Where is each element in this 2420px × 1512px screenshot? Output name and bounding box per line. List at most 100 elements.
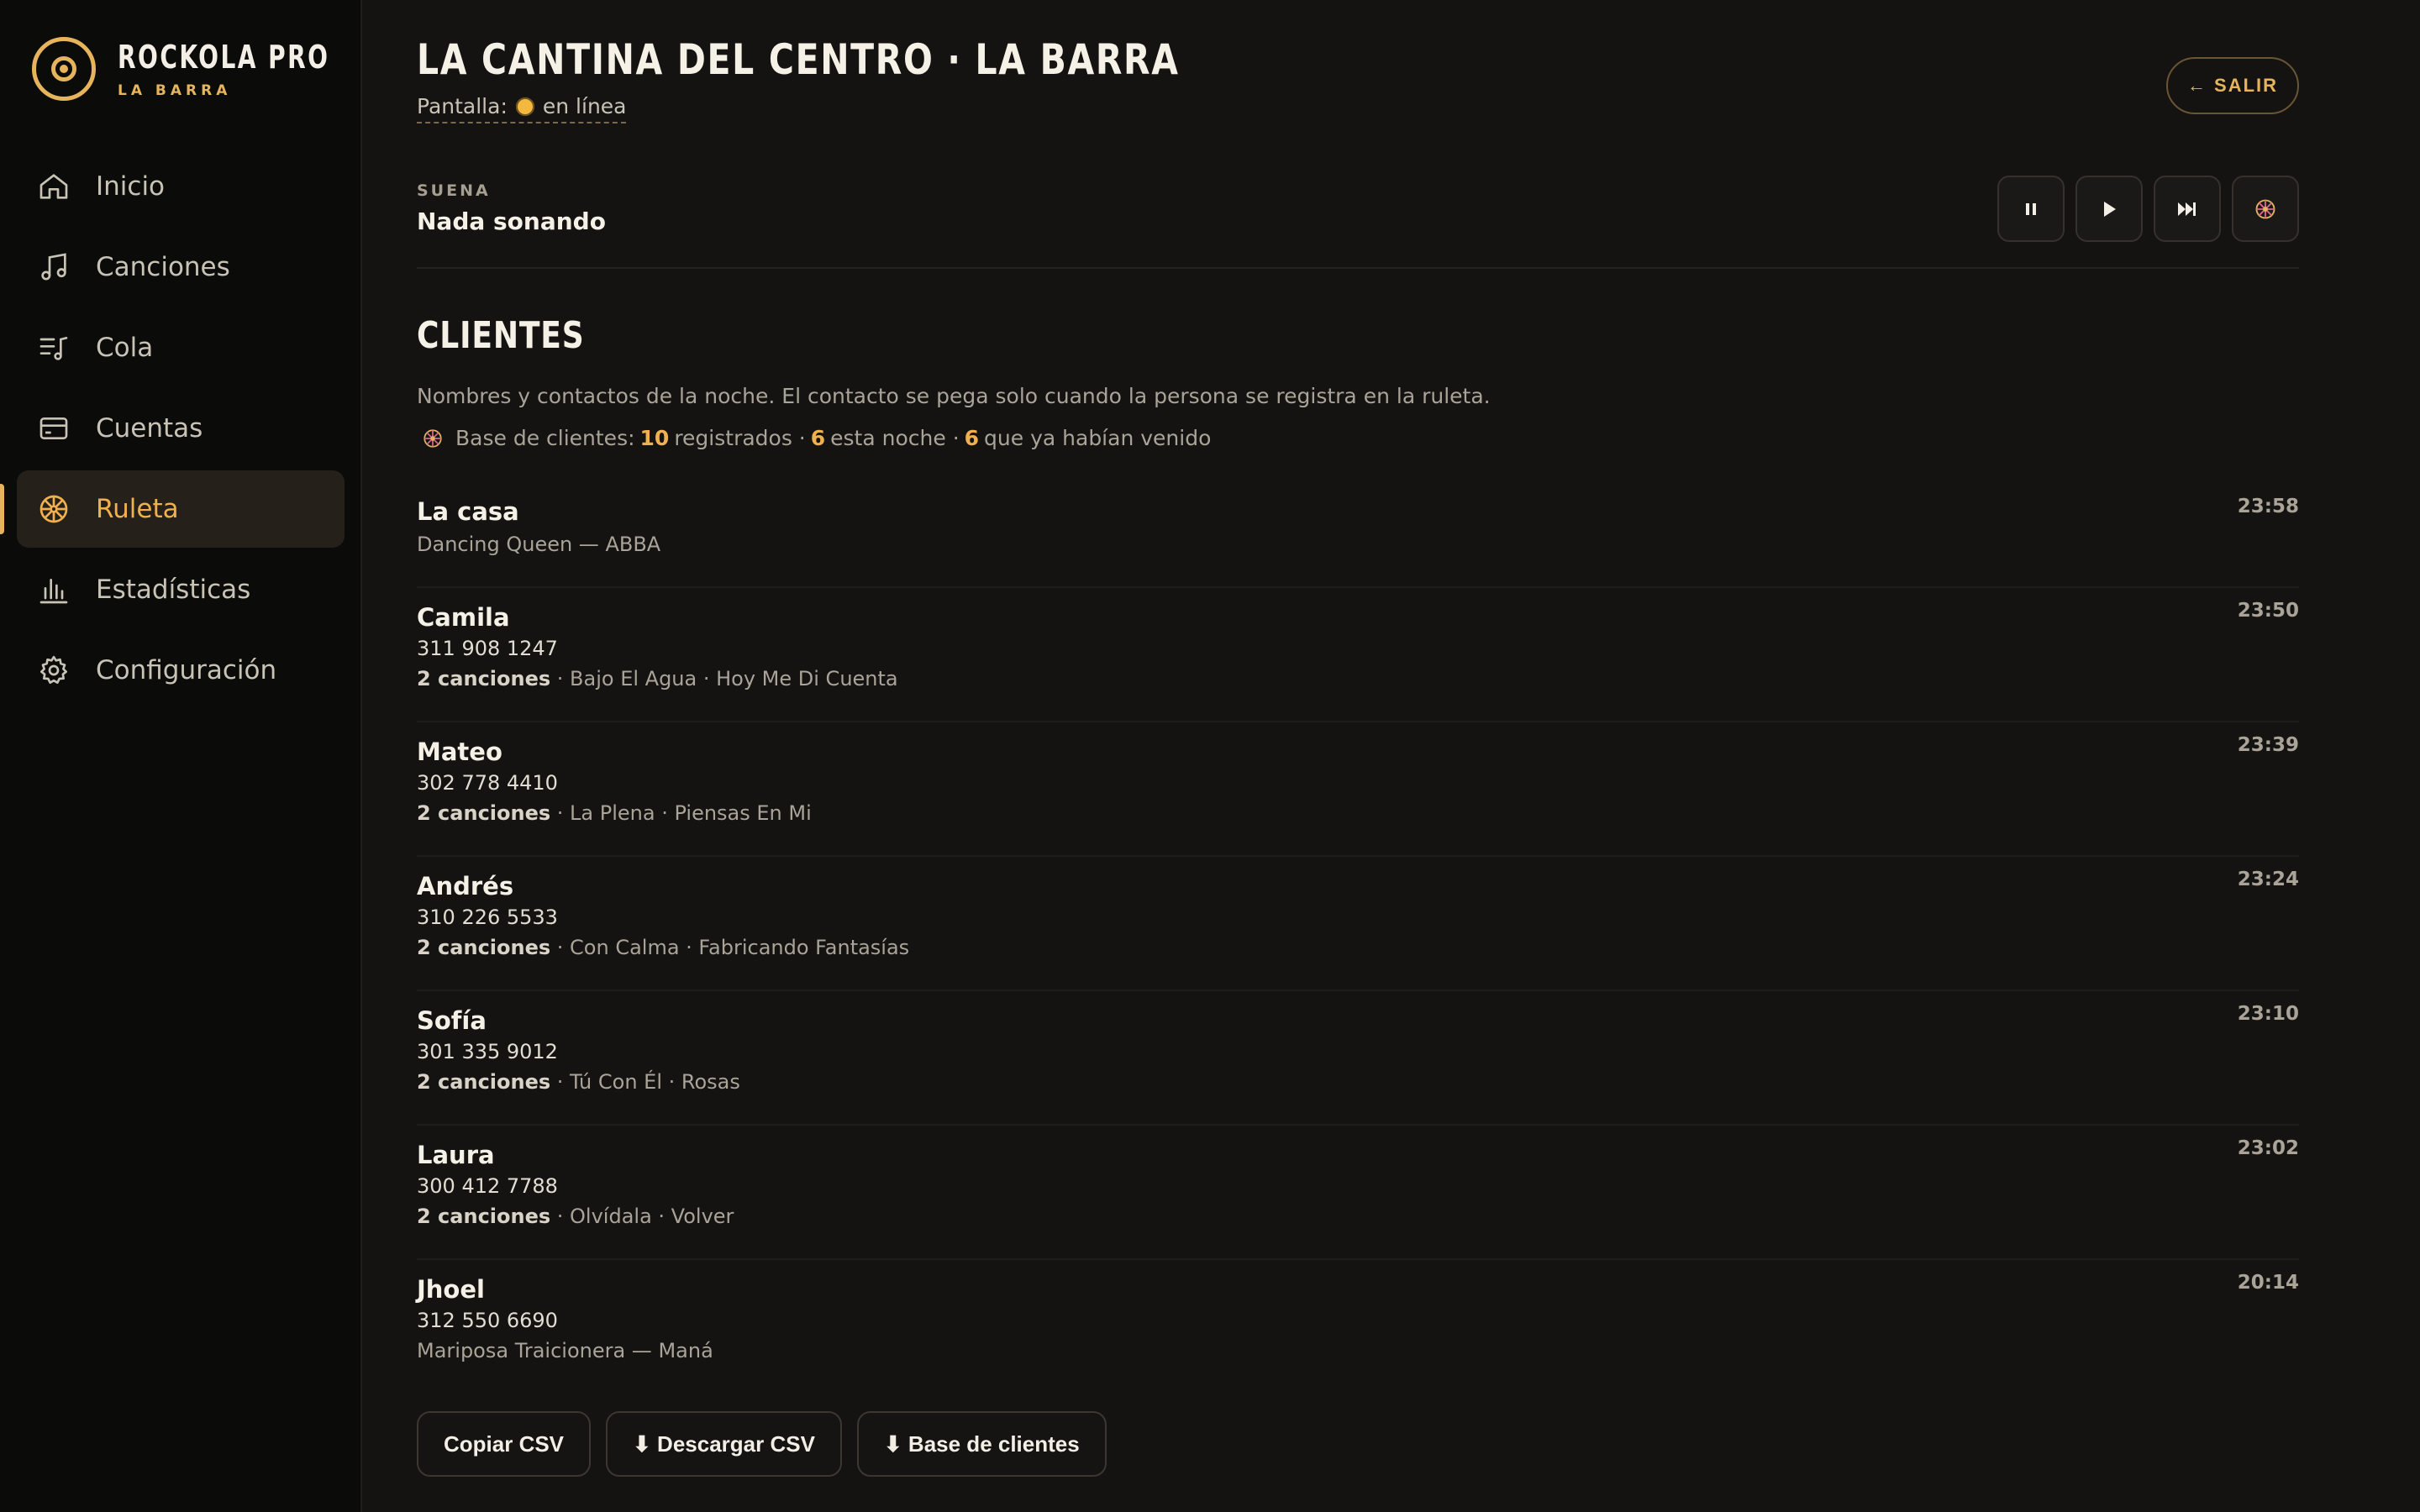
- sidebar-item-label: Inicio: [96, 171, 166, 202]
- client-songs: 2 canciones · Olvídala · Volver: [417, 1205, 2299, 1228]
- queue-icon: [39, 337, 68, 360]
- screen-status-label: Pantalla:: [417, 94, 508, 118]
- client-name: Sofía: [417, 1006, 487, 1035]
- brand: ROCKOLA PRO LA BARRA: [32, 37, 376, 101]
- client-song-count: 2 canciones: [417, 1205, 551, 1228]
- client-name: Mateo: [417, 738, 502, 766]
- divider: [417, 267, 2299, 269]
- client-name: La casa: [417, 497, 519, 526]
- client-songs: Mariposa Traicionera — Maná: [417, 1339, 2299, 1362]
- client-song-list: · Bajo El Agua · Hoy Me Di Cuenta: [550, 667, 898, 690]
- returning-label: que ya habían venido: [984, 426, 1212, 450]
- client-row[interactable]: Mateo 302 778 4410 2 canciones · La Plena …: [417, 722, 2299, 857]
- sidebar-item-cola[interactable]: Cola: [17, 309, 345, 386]
- client-time: 23:58: [2237, 496, 2299, 517]
- exit-button[interactable]: ← SALIR: [2166, 57, 2299, 114]
- sidebar-item-ruleta[interactable]: Ruleta: [0, 470, 345, 548]
- gear-icon: [40, 655, 67, 684]
- client-row[interactable]: Sofía 301 335 9012 2 canciones · Tú Con Él…: [417, 991, 2299, 1126]
- client-phone: 310 226 5533: [417, 906, 558, 929]
- client-song-count: 2 canciones: [417, 801, 551, 825]
- client-row[interactable]: Jhoel 312 550 6690 Mariposa Traicionera — …: [417, 1260, 2299, 1394]
- client-song-count: 2 canciones: [417, 1070, 551, 1094]
- card-icon: [39, 417, 68, 439]
- copy-csv-button[interactable]: Copiar CSV: [417, 1411, 592, 1477]
- brand-subtitle: LA BARRA: [118, 82, 232, 99]
- client-phone: 311 908 1247: [417, 637, 558, 660]
- client-row[interactable]: Camila 311 908 1247 2 canciones · Bajo El …: [417, 588, 2299, 722]
- sidebar-item-configuracion[interactable]: Configuración: [17, 632, 345, 709]
- client-time: 23:02: [2237, 1137, 2299, 1159]
- client-songs: 2 canciones · Con Calma · Fabricando Fan…: [417, 936, 2299, 959]
- client-song-list: · Olvídala · Volver: [550, 1205, 734, 1228]
- vinyl-logo-icon: [32, 37, 96, 101]
- brand-title: ROCKOLA PRO: [118, 39, 330, 76]
- sidebar-item-canciones[interactable]: Canciones: [17, 228, 345, 306]
- skip-icon: [2178, 202, 2196, 216]
- pause-icon: [2026, 202, 2036, 215]
- client-time: 23:50: [2237, 600, 2299, 622]
- client-row[interactable]: Andrés 310 226 5533 2 canciones · Con Calm…: [417, 857, 2299, 991]
- music-note-icon: [41, 253, 66, 281]
- sidebar-item-cuentas[interactable]: Cuentas: [17, 390, 345, 467]
- client-song-list: Dancing Queen — ABBA: [417, 533, 661, 556]
- client-song-list: · Tú Con Él · Rosas: [550, 1070, 740, 1094]
- client-base-summary: Base de clientes: 10 registrados · 6 est…: [422, 426, 1211, 450]
- client-time: 20:14: [2237, 1272, 2299, 1294]
- client-base-button[interactable]: ⬇ Base de clientes: [856, 1411, 1107, 1477]
- client-songs: Dancing Queen — ABBA: [417, 533, 2299, 556]
- screen-status-value: en línea: [542, 94, 627, 118]
- client-songs: 2 canciones · Tú Con Él · Rosas: [417, 1070, 2299, 1094]
- sidebar-item-label: Ruleta: [96, 494, 179, 524]
- player-controls: [1997, 176, 2299, 242]
- registered-label: registrados ·: [674, 426, 806, 450]
- pause-button[interactable]: [1997, 176, 2065, 242]
- client-songs: 2 canciones · La Plena · Piensas En Mi: [417, 801, 2299, 825]
- client-name: Camila: [417, 603, 510, 632]
- page-title: LA CANTINA DEL CENTRO · LA BARRA: [417, 35, 1180, 84]
- sidebar-item-label: Cola: [96, 333, 154, 363]
- client-phone: 312 550 6690: [417, 1309, 558, 1332]
- client-time: 23:10: [2237, 1003, 2299, 1025]
- client-phone: 301 335 9012: [417, 1040, 558, 1063]
- play-button[interactable]: [2075, 176, 2143, 242]
- section-title: CLIENTES: [417, 314, 585, 357]
- section-description: Nombres y contactos de la noche. El cont…: [417, 384, 1491, 408]
- client-row[interactable]: La casa Dancing Queen — ABBA 23:58: [417, 484, 2299, 588]
- client-row[interactable]: Laura 300 412 7788 2 canciones · Olvídala …: [417, 1126, 2299, 1260]
- now-playing-track: Nada sonando: [417, 207, 606, 235]
- client-time: 23:24: [2237, 869, 2299, 890]
- now-playing-label: SUENA: [417, 181, 491, 200]
- sidebar-item-label: Canciones: [96, 252, 230, 282]
- sidebar-item-label: Configuración: [96, 655, 277, 685]
- client-time: 23:39: [2237, 734, 2299, 756]
- sidebar-item-inicio[interactable]: Inicio: [17, 148, 345, 225]
- client-song-list: · La Plena · Piensas En Mi: [550, 801, 812, 825]
- base-prefix: Base de clientes:: [455, 426, 635, 450]
- client-song-count: 2 canciones: [417, 936, 551, 959]
- sidebar: ROCKOLA PRO LA BARRA Inicio Canciones Co…: [0, 0, 362, 1512]
- download-csv-button[interactable]: ⬇ Descargar CSV: [606, 1411, 842, 1477]
- wheel-icon: [424, 428, 442, 448]
- sidebar-item-label: Cuentas: [96, 413, 203, 444]
- screen-status[interactable]: Pantalla: en línea: [417, 94, 627, 123]
- client-name: Laura: [417, 1141, 495, 1169]
- sidebar-item-label: Estadísticas: [96, 575, 251, 605]
- play-icon: [2104, 201, 2116, 217]
- client-phone: 302 778 4410: [417, 771, 558, 795]
- online-status-dot-icon: [515, 97, 534, 116]
- client-name: Jhoel: [417, 1275, 485, 1304]
- client-phone: 300 412 7788: [417, 1174, 558, 1198]
- roulette-button[interactable]: [2232, 176, 2299, 242]
- skip-button[interactable]: [2154, 176, 2221, 242]
- wheel-icon: [2255, 199, 2275, 218]
- footer-actions: Copiar CSV ⬇ Descargar CSV ⬇ Base de cli…: [417, 1411, 1107, 1477]
- tonight-count: 6: [810, 426, 826, 450]
- bar-chart-icon: [39, 579, 68, 604]
- client-song-list: · Con Calma · Fabricando Fantasías: [550, 936, 910, 959]
- home-icon: [39, 174, 68, 199]
- client-name: Andrés: [417, 872, 514, 900]
- sidebar-item-estadisticas[interactable]: Estadísticas: [17, 551, 345, 628]
- client-songs: 2 canciones · Bajo El Agua · Hoy Me Di C…: [417, 667, 2299, 690]
- returning-count: 6: [964, 426, 980, 450]
